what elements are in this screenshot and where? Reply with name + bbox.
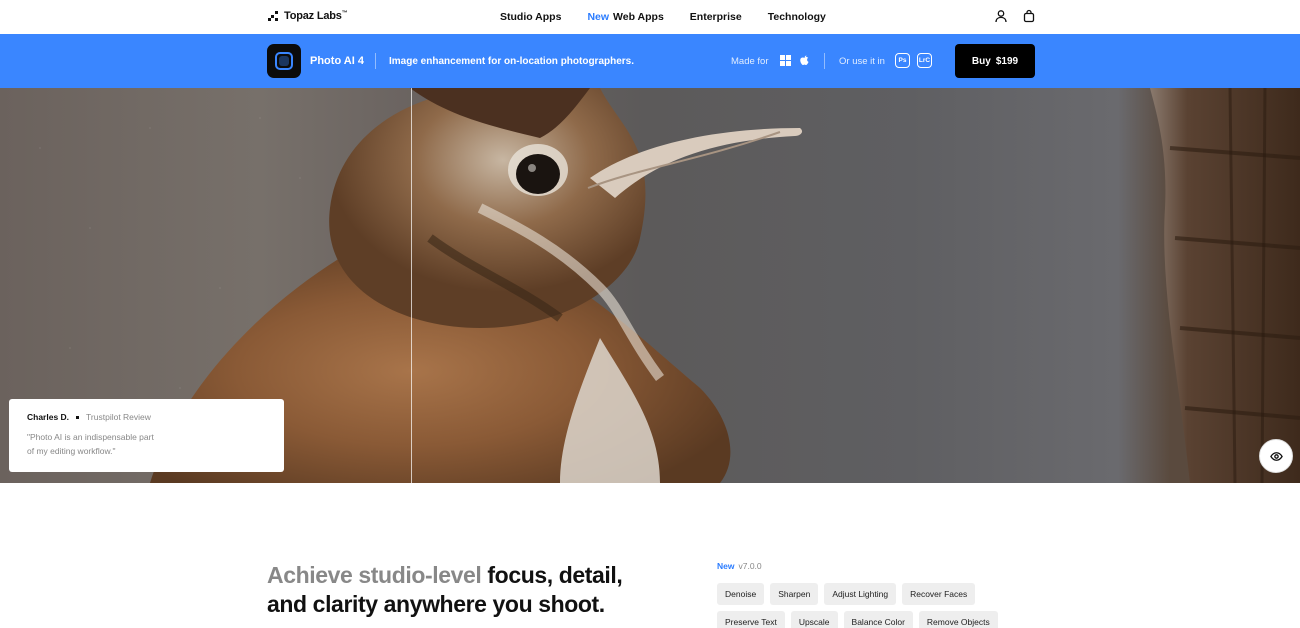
divider [824,53,825,69]
top-navigation: Topaz Labs™ Studio Apps New Web Apps Ente… [0,0,1300,34]
topaz-labs-logo[interactable]: Topaz Labs™ [268,10,348,22]
separator-dot [76,415,80,419]
photoshop-plugin-icon[interactable]: Ps [895,53,910,68]
feature-chips: Denoise Sharpen Adjust Lighting Recover … [717,583,1037,628]
comparison-slider-handle[interactable] [411,88,412,483]
lightroom-classic-plugin-icon[interactable]: LrC [917,53,932,68]
review-card: Charles D. Trustpilot Review "Photo AI i… [9,399,284,472]
nav-studio-apps[interactable]: Studio Apps [500,11,561,23]
feature-chip-balance-color[interactable]: Balance Color [843,611,913,628]
use-it-in-label: Or use it in [839,56,885,67]
os-icons [780,55,810,66]
buy-button[interactable]: Buy $199 [955,44,1035,78]
feature-chip-adjust-lighting[interactable]: Adjust Lighting [824,583,897,605]
new-badge: New [717,561,735,571]
divider [375,53,376,69]
nav-icons [994,9,1036,23]
apple-icon [799,55,810,66]
hero-before-after-image[interactable]: Charles D. Trustpilot Review "Photo AI i… [0,88,1300,483]
new-badge: New [587,11,610,23]
windows-icon [780,55,791,66]
plugin-badges: Ps LrC [895,53,932,68]
reviewer-name: Charles D. [27,412,70,422]
logo-mark-icon [268,11,278,21]
product-name[interactable]: Photo AI 4 [310,55,364,67]
feature-chip-recover-faces[interactable]: Recover Faces [902,583,976,605]
version-info: New v7.0.0 [717,561,762,571]
product-tagline: Image enhancement for on-location photog… [389,56,635,67]
feature-chip-preserve-text[interactable]: Preserve Text [717,611,785,628]
feature-chip-upscale[interactable]: Upscale [790,611,838,628]
made-for-label: Made for [731,56,769,67]
nav-enterprise[interactable]: Enterprise [690,11,742,23]
logo-text: Topaz Labs™ [284,10,348,22]
review-source: Trustpilot Review [86,412,151,422]
feature-chip-remove-objects[interactable]: Remove Objects [918,611,998,628]
eye-icon[interactable] [1259,439,1293,473]
feature-chip-denoise[interactable]: Denoise [717,583,765,605]
nav-technology[interactable]: Technology [768,11,826,23]
version-number: v7.0.0 [738,561,762,571]
photo-ai-app-icon [267,44,301,78]
main-nav: Studio Apps New Web Apps Enterprise Techn… [500,11,826,23]
user-icon[interactable] [994,9,1008,23]
shopping-bag-icon[interactable] [1022,9,1036,23]
product-bar: Photo AI 4 Image enhancement for on-loca… [0,34,1300,88]
nav-web-apps[interactable]: New Web Apps [587,11,663,23]
feature-chip-sharpen[interactable]: Sharpen [770,583,819,605]
review-quote: "Photo AI is an indispensable part of my… [27,432,154,456]
section-headline: Achieve studio-level focus, detail, and … [267,562,623,617]
